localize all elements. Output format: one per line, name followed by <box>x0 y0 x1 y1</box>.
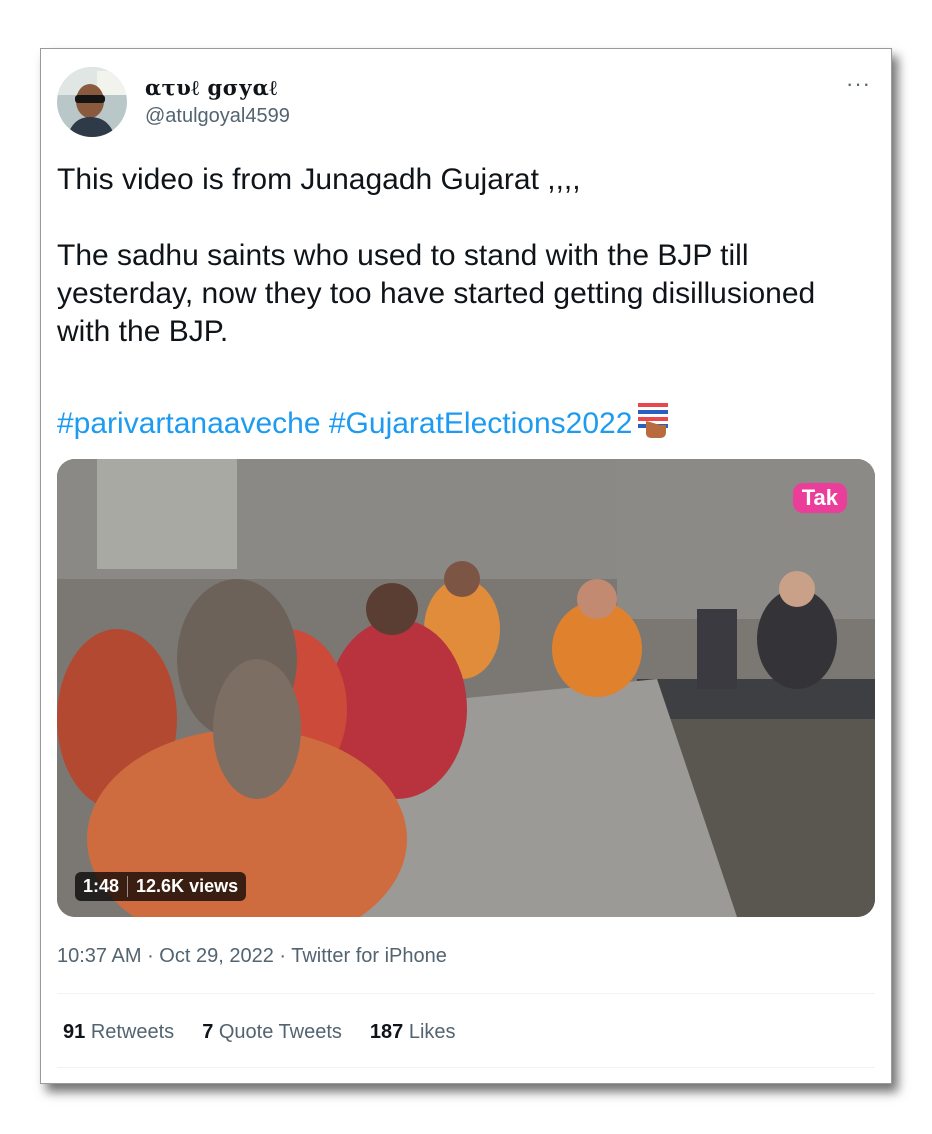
tak-logo: Tak <box>792 483 847 513</box>
hashtag-gujaratelections2022[interactable]: #GujaratElections2022 <box>329 407 633 440</box>
tweet-source[interactable]: Twitter for iPhone <box>291 945 447 967</box>
likes-stat[interactable]: 187 Likes <box>370 1021 456 1044</box>
author-name[interactable]: ατυℓ gσуαℓ <box>145 75 278 101</box>
author-handle[interactable]: @atulgoyal4599 <box>145 105 290 128</box>
tweet-text-line-1: This video is from Junagadh Gujarat ,,,, <box>57 163 581 196</box>
divider <box>57 993 875 994</box>
tweet-text-line-2: The sadhu saints who used to stand with … <box>57 239 816 348</box>
hashtags: #parivartanaaveche #GujaratElections2022 <box>57 401 877 449</box>
tweet-meta: 10:37 AM · Oct 29, 2022 · Twitter for iP… <box>57 945 447 967</box>
tweet-text: This video is from Junagadh Gujarat ,,,,… <box>57 161 857 351</box>
ballot-box-icon <box>636 401 670 449</box>
video-thumbnail <box>57 459 875 917</box>
retweets-stat[interactable]: 91 Retweets <box>63 1021 174 1044</box>
video-duration: 1:48 <box>83 876 120 896</box>
tweet-stats: 91 Retweets 7 Quote Tweets 187 Likes <box>63 1021 456 1044</box>
avatar[interactable] <box>57 67 127 137</box>
badge-separator <box>127 876 129 897</box>
divider <box>57 1067 875 1068</box>
tweet-time[interactable]: 10:37 AM <box>57 945 142 967</box>
tweet-date[interactable]: Oct 29, 2022 <box>159 945 274 967</box>
tweet-card: ατυℓ gσуαℓ @atulgoyal4599 ··· This video… <box>40 48 892 1084</box>
quote-tweets-stat[interactable]: 7 Quote Tweets <box>202 1021 342 1044</box>
video-player[interactable]: Tak 1:48 12.6K views <box>57 459 875 917</box>
hashtag-parivartanaaveche[interactable]: #parivartanaaveche <box>57 407 321 440</box>
more-icon[interactable]: ··· <box>846 71 871 97</box>
video-info-badge: 1:48 12.6K views <box>75 872 247 901</box>
video-views: 12.6K views <box>136 876 239 896</box>
